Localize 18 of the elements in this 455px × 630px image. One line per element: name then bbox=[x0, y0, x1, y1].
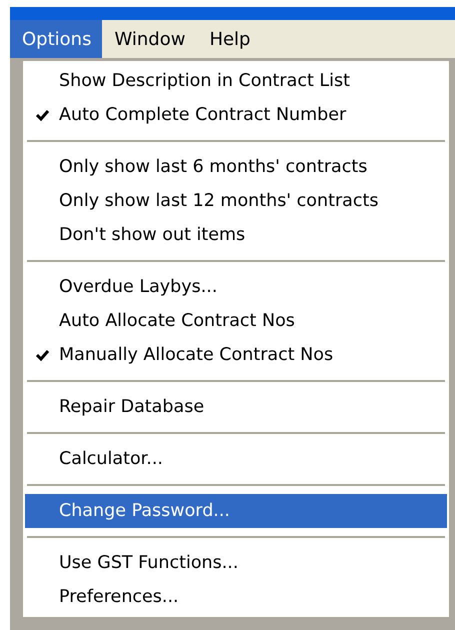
menu-item[interactable]: Only show last 6 months' contracts bbox=[25, 150, 447, 184]
menu-item[interactable]: Overdue Laybys... bbox=[25, 270, 447, 304]
checkmark-icon bbox=[36, 109, 48, 121]
menu-item[interactable]: Calculator... bbox=[25, 442, 447, 476]
menu-item[interactable]: Change Password... bbox=[25, 494, 447, 528]
menu-item[interactable]: Auto Complete Contract Number bbox=[25, 98, 447, 132]
menu-bar-item[interactable]: Window bbox=[102, 20, 198, 58]
menu-item[interactable]: Manually Allocate Contract Nos bbox=[25, 338, 447, 372]
menu-bar-item[interactable]: Help bbox=[197, 20, 262, 58]
menu-bar-item[interactable]: Options bbox=[10, 20, 102, 58]
menu-item[interactable]: Use GST Functions... bbox=[25, 546, 447, 580]
menu-item[interactable]: Only show last 12 months' contracts bbox=[25, 184, 447, 218]
menu-item[interactable]: Don't show out items bbox=[25, 218, 447, 252]
menu-item[interactable]: Repair Database bbox=[25, 390, 447, 424]
menu-item[interactable]: Auto Allocate Contract Nos bbox=[25, 304, 447, 338]
menu-item[interactable]: Show Description in Contract List bbox=[25, 64, 447, 98]
menu-item[interactable]: Preferences... bbox=[25, 580, 447, 614]
checkmark-icon bbox=[36, 349, 48, 361]
